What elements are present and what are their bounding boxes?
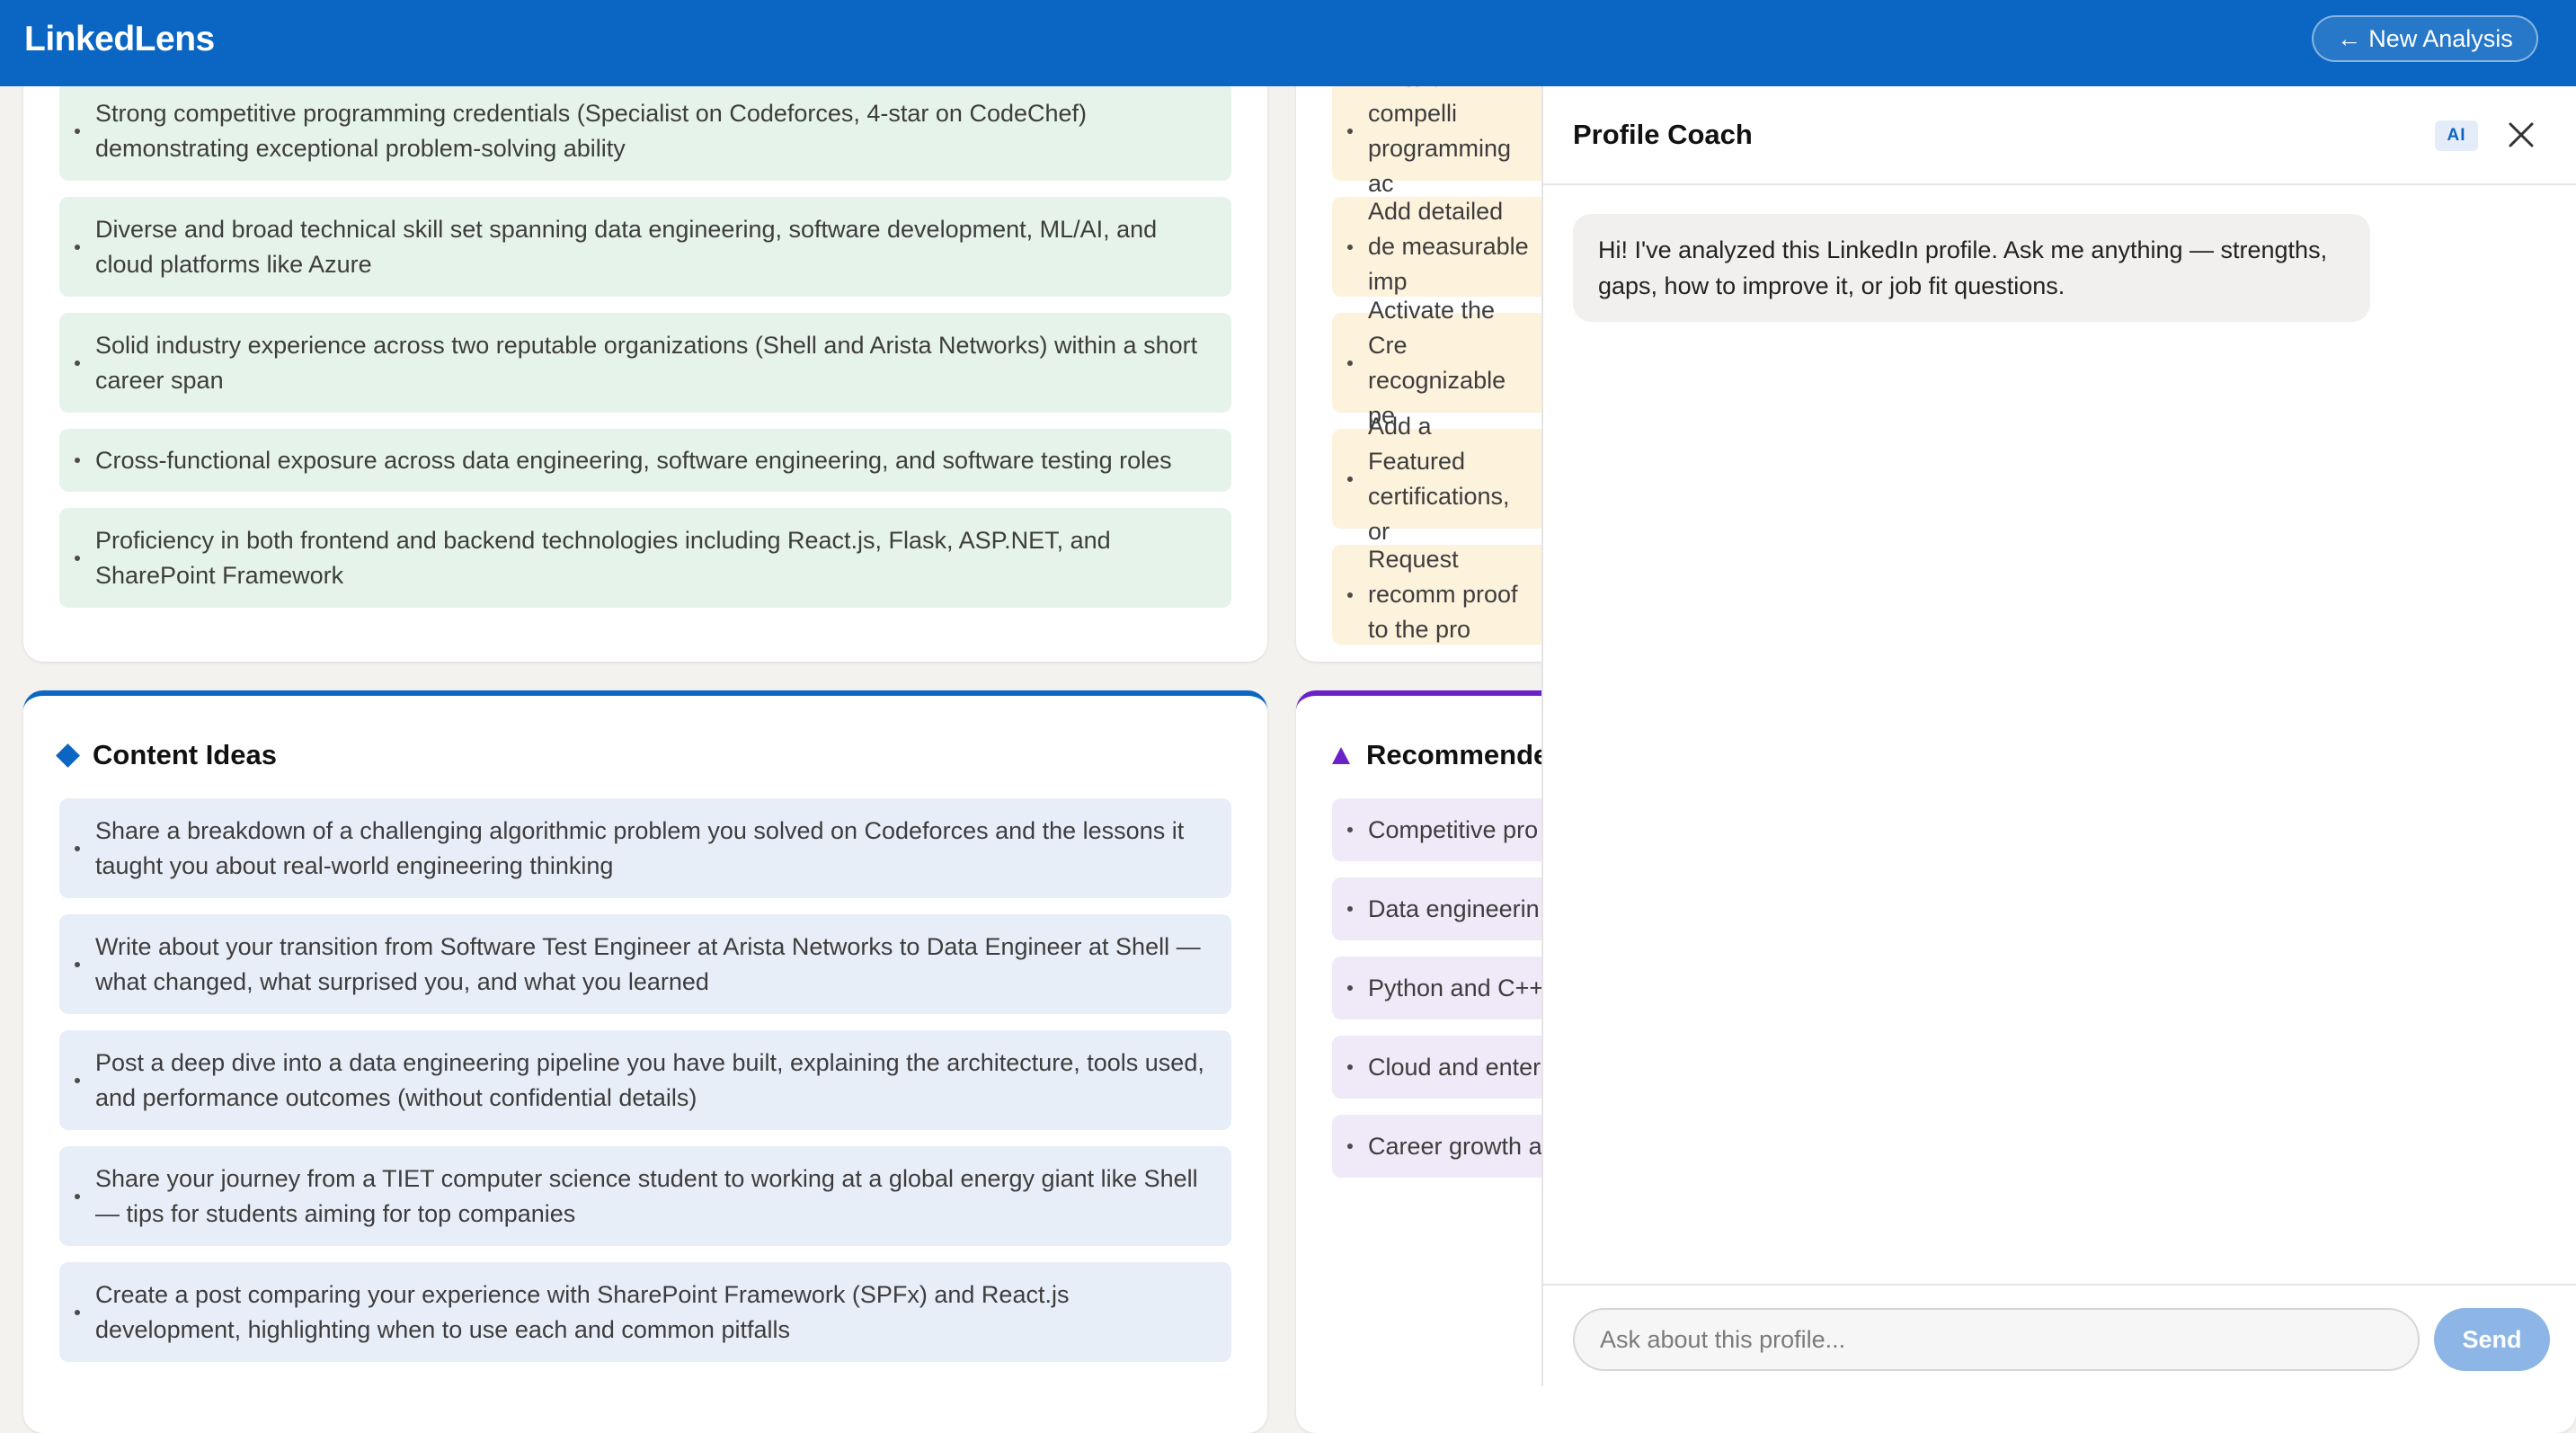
recommended-text: Python and C++	[1368, 974, 1544, 1001]
content-idea-text: Post a deep dive into a data engineering…	[95, 1048, 1204, 1111]
improvement-text: Request recomm proof to the pro	[1368, 546, 1518, 643]
new-analysis-label: New Analysis	[2368, 24, 2513, 52]
diamond-icon	[56, 743, 80, 768]
profile-coach-panel: Profile Coach AI Hi! I've analyzed this …	[1541, 86, 2576, 1386]
new-analysis-button[interactable]: ← New Analysis	[2312, 15, 2538, 62]
bullet-icon	[75, 1309, 80, 1315]
bullet-icon	[75, 244, 80, 250]
bullet-icon	[1347, 244, 1353, 250]
improvement-item: Write a compelli programming ac	[1332, 65, 1559, 197]
close-icon	[2509, 122, 2534, 147]
content-ideas-list: Share a breakdown of a challenging algor…	[59, 798, 1231, 1378]
content-idea-item: Write about your transition from Softwar…	[59, 914, 1231, 1014]
bullet-icon	[1347, 128, 1353, 134]
bullet-icon	[1347, 476, 1353, 482]
ai-badge: AI	[2435, 120, 2478, 151]
recommended-title: Recommende	[1366, 739, 1550, 770]
content-ideas-header: Content Ideas	[56, 739, 277, 771]
strength-text: Diverse and broad technical skill set sp…	[95, 215, 1158, 278]
recommended-text: Career growth a	[1368, 1132, 1542, 1160]
content-ideas-card: Content Ideas Share a breakdown of a cha…	[23, 690, 1267, 1433]
improvement-text: Add a Featured certifications, or	[1368, 412, 1510, 545]
top-bar: LinkedLens ← New Analysis	[0, 0, 2576, 86]
improvement-text: Add detailed de measurable imp	[1368, 198, 1529, 295]
coach-title: Profile Coach	[1573, 119, 1753, 150]
triangle-icon	[1332, 746, 1350, 764]
bullet-icon	[1347, 827, 1353, 832]
recommended-text: Competitive pro	[1368, 815, 1539, 843]
strength-text: Proficiency in both frontend and backend…	[95, 526, 1111, 589]
strength-text: Strong competitive programming credentia…	[95, 99, 1088, 162]
chat-input[interactable]	[1573, 1308, 2420, 1371]
content-idea-item: Share a breakdown of a challenging algor…	[59, 798, 1231, 898]
improvement-item: Add detailed de measurable imp	[1332, 197, 1559, 297]
content-idea-text: Write about your transition from Softwar…	[95, 932, 1201, 995]
bullet-icon	[75, 128, 80, 134]
recommended-text: Cloud and enter	[1368, 1053, 1541, 1081]
strengths-card: Strong competitive programming credentia…	[23, 54, 1267, 662]
bullet-icon	[1347, 360, 1353, 366]
content-idea-text: Create a post comparing your experience …	[95, 1280, 1070, 1343]
strength-text: Cross-functional exposure across data en…	[95, 446, 1172, 474]
improvement-item: Activate the Cre recognizable pe	[1332, 297, 1559, 429]
strength-item: Strong competitive programming credentia…	[59, 81, 1231, 181]
bullet-icon	[75, 1077, 80, 1083]
strength-item: Proficiency in both frontend and backend…	[59, 508, 1231, 608]
bullet-icon	[75, 1193, 80, 1199]
chat-footer: Send	[1543, 1284, 2576, 1388]
recommended-text: Data engineerin	[1368, 895, 1540, 922]
strength-item: Solid industry experience across two rep…	[59, 313, 1231, 413]
bullet-icon	[1347, 1144, 1353, 1149]
bullet-icon	[1347, 906, 1353, 912]
content-ideas-title: Content Ideas	[93, 739, 277, 770]
content-idea-item: Share your journey from a TIET computer …	[59, 1146, 1231, 1246]
improvement-item: Request recomm proof to the pro	[1332, 545, 1559, 645]
content-idea-item: Create a post comparing your experience …	[59, 1262, 1231, 1362]
strength-item: Cross-functional exposure across data en…	[59, 429, 1231, 492]
arrow-left-icon: ←	[2337, 24, 2362, 52]
strengths-list: Strong competitive programming credentia…	[59, 81, 1231, 624]
recommended-header: Recommende	[1332, 739, 1549, 771]
bullet-icon	[75, 360, 80, 366]
bullet-icon	[75, 458, 80, 463]
content-idea-text: Share a breakdown of a challenging algor…	[95, 816, 1185, 879]
content-idea-item: Post a deep dive into a data engineering…	[59, 1030, 1231, 1130]
content-idea-text: Share your journey from a TIET computer …	[95, 1164, 1198, 1227]
bullet-icon	[1347, 592, 1353, 598]
send-button[interactable]: Send	[2434, 1308, 2550, 1371]
strength-text: Solid industry experience across two rep…	[95, 331, 1198, 394]
strength-item: Diverse and broad technical skill set sp…	[59, 197, 1231, 297]
bullet-icon	[1347, 1064, 1353, 1070]
bullet-icon	[75, 961, 80, 967]
app-logo[interactable]: LinkedLens	[24, 20, 215, 59]
bullet-icon	[1347, 985, 1353, 991]
close-button[interactable]	[2505, 119, 2537, 151]
bullet-icon	[75, 555, 80, 561]
assistant-message: Hi! I've analyzed this LinkedIn profile.…	[1573, 214, 2370, 322]
coach-header: Profile Coach AI	[1543, 86, 2576, 185]
improvement-item: Add a Featured certifications, or	[1332, 413, 1559, 545]
bullet-icon	[75, 845, 80, 851]
